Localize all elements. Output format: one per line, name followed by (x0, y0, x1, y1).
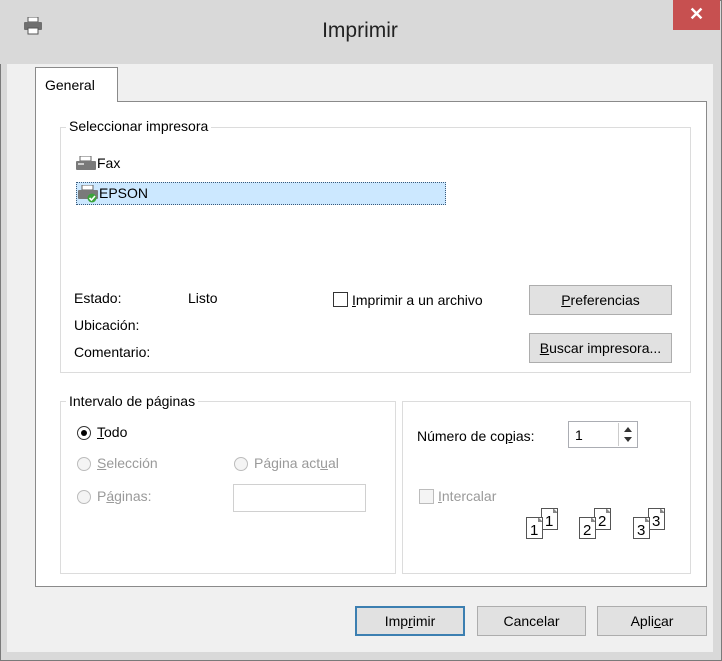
status-value: Listo (188, 290, 218, 306)
page-range-selection-label[interactable]: Selección (97, 455, 158, 471)
print-to-file-label[interactable]: Imprimir a un archivo (352, 292, 483, 308)
collate-page-front: 1 (526, 517, 543, 539)
copies-spin-buttons[interactable] (618, 423, 637, 446)
comment-label: Comentario: (74, 344, 151, 360)
radio-selected-dot (81, 430, 87, 436)
close-button[interactable]: ✕ (673, 0, 720, 30)
collate-page-back: 3 (648, 508, 665, 530)
collate-pages-illustration: 1 1 2 2 3 3 (524, 500, 674, 540)
find-printer-button[interactable]: Buscar impresora... (529, 333, 672, 363)
print-button[interactable]: Imprimir (355, 606, 465, 636)
printer-item-label: EPSON (99, 185, 149, 201)
printer-item-epson[interactable]: EPSON (76, 182, 446, 205)
page-range-current-page-radio[interactable] (234, 457, 248, 471)
pages-input[interactable] (233, 484, 366, 512)
collate-checkbox[interactable] (419, 489, 434, 504)
close-icon: ✕ (688, 4, 705, 24)
collate-page-back: 2 (594, 508, 611, 530)
page-range-current-page-label[interactable]: Página actual (254, 455, 339, 471)
page-range-selection-radio[interactable] (77, 457, 91, 471)
page-range-all-radio[interactable] (77, 426, 91, 440)
printer-item-fax[interactable]: Fax (76, 154, 196, 174)
collate-page-front: 2 (579, 517, 596, 539)
collate-page-back: 1 (541, 508, 558, 530)
title-bar[interactable]: Imprimir ✕ (0, 0, 720, 64)
preferences-button[interactable]: Preferencias (529, 285, 672, 315)
copies-label: Número de copias: (417, 428, 535, 444)
printer-list[interactable]: Fax EPSON (72, 146, 448, 276)
collate-page-front: 3 (633, 517, 650, 539)
page-range-all-label[interactable]: Todo (97, 424, 127, 440)
window-title: Imprimir (322, 19, 398, 42)
select-printer-legend: Seleccionar impresora (66, 118, 212, 134)
page-range-pages-label[interactable]: Páginas: (97, 488, 152, 504)
printer-default-icon (78, 184, 100, 203)
page-range-legend: Intervalo de páginas (66, 393, 199, 409)
status-label: Estado: (74, 290, 122, 306)
printer-item-label: Fax (97, 155, 121, 171)
chevron-down-icon[interactable] (624, 437, 632, 442)
copies-value: 1 (575, 427, 583, 443)
print-to-file-checkbox[interactable] (333, 292, 348, 307)
fax-icon (76, 155, 96, 172)
copies-stepper[interactable]: 1 (568, 421, 638, 448)
tab-general[interactable]: General (35, 67, 118, 102)
page-range-pages-radio[interactable] (77, 490, 91, 504)
collate-label[interactable]: Intercalar (438, 488, 496, 504)
location-label: Ubicación: (74, 317, 140, 333)
chevron-up-icon[interactable] (624, 427, 632, 432)
cancel-button[interactable]: Cancelar (477, 606, 586, 636)
apply-button[interactable]: Aplicar (597, 606, 707, 636)
